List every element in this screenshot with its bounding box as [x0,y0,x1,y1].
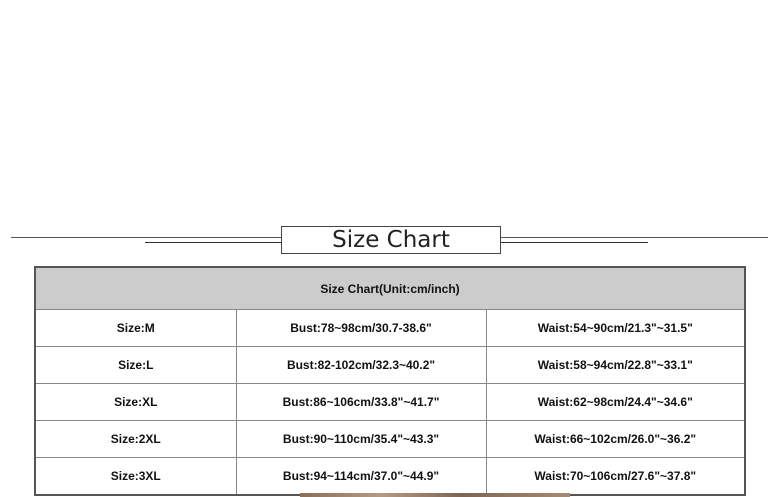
table-row: Size:M Bust:78~98cm/30.7-38.6" Waist:54~… [34,309,746,347]
size-chart-title: Size Chart [281,226,501,254]
table-row: Size:XL Bust:86~106cm/33.8"~41.7" Waist:… [34,383,746,421]
table-row: Size:3XL Bust:94~114cm/37.0"~44.9" Waist… [34,457,746,496]
bust-cell: Bust:78~98cm/30.7-38.6" [235,309,487,347]
bust-cell: Bust:94~114cm/37.0"~44.9" [235,457,487,496]
table-header-row: Size Chart(Unit:cm/inch) [34,266,746,310]
bust-cell: Bust:86~106cm/33.8"~41.7" [235,383,487,421]
banner-divider-right [501,242,648,243]
product-photo-edge [300,493,570,497]
waist-cell: Waist:66~102cm/26.0"~36.2" [485,420,746,458]
size-cell: Size:2XL [34,420,237,458]
size-chart-table: Size Chart(Unit:cm/inch) Size:M Bust:78~… [34,266,747,496]
size-cell: Size:L [34,346,237,384]
waist-cell: Waist:62~98cm/24.4"~34.6" [485,383,746,421]
table-header-cell: Size Chart(Unit:cm/inch) [34,266,746,310]
waist-cell: Waist:54~90cm/21.3"~31.5" [485,309,746,347]
waist-cell: Waist:70~106cm/27.6"~37.8" [485,457,746,496]
banner-divider-left [145,242,281,243]
bust-cell: Bust:82-102cm/32.3~40.2" [235,346,487,384]
bust-cell: Bust:90~110cm/35.4"~43.3" [235,420,487,458]
table-row: Size:2XL Bust:90~110cm/35.4"~43.3" Waist… [34,420,746,458]
size-cell: Size:M [34,309,237,347]
size-cell: Size:3XL [34,457,237,496]
waist-cell: Waist:58~94cm/22.8"~33.1" [485,346,746,384]
table-row: Size:L Bust:82-102cm/32.3~40.2" Waist:58… [34,346,746,384]
size-cell: Size:XL [34,383,237,421]
